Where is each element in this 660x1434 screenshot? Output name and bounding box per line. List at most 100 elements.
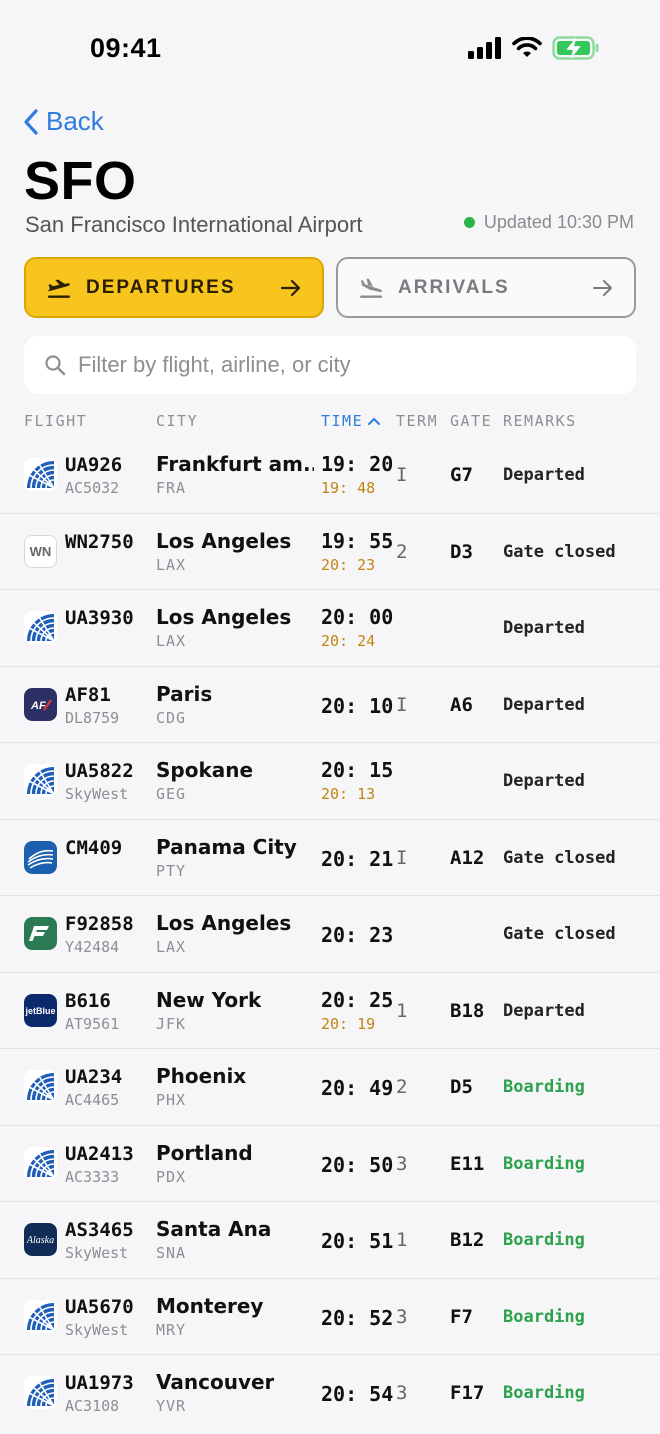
flight-number: B616 xyxy=(65,989,111,1012)
back-button[interactable]: Back xyxy=(22,106,104,137)
search-input[interactable] xyxy=(78,352,618,378)
gate: B12 xyxy=(450,1229,485,1251)
gate: E11 xyxy=(450,1152,485,1175)
destination-code: PDX xyxy=(156,1167,187,1186)
scheduled-time: 20: 21 xyxy=(321,846,394,871)
destination-code: MRY xyxy=(156,1320,187,1339)
terminal: 2 xyxy=(396,1076,408,1098)
scheduled-time: 20: 23 xyxy=(321,923,394,947)
destination-code: CDG xyxy=(156,708,187,727)
terminal: I xyxy=(396,464,408,486)
tab-departures-label: DEPARTURES xyxy=(86,276,236,298)
column-header-time[interactable]: TIME xyxy=(321,412,381,430)
united-logo-icon xyxy=(24,1376,57,1409)
scheduled-time: 19: 55 xyxy=(321,528,394,553)
remark-status: Gate closed xyxy=(503,924,616,944)
terminal: 1 xyxy=(396,1229,408,1251)
estimated-time: 20: 13 xyxy=(321,785,376,803)
sort-ascending-icon xyxy=(368,418,381,425)
codeshare: AC3333 xyxy=(65,1167,120,1186)
gate: D3 xyxy=(450,540,473,563)
flight-row[interactable]: Alaska AS3465 SkyWest Santa Ana SNA 20: 51 1 B1… xyxy=(0,1202,660,1279)
tab-departures[interactable]: DEPARTURES xyxy=(24,257,324,318)
southwest-logo-icon: WN xyxy=(24,534,57,568)
scheduled-time: 19: 20 xyxy=(321,452,394,476)
remark-status: Gate closed xyxy=(503,847,616,868)
flight-list: UA926 AC5032 Frankfurt am... FRA 19: 20 19: 4… xyxy=(0,437,660,1432)
status-time: 09:41 xyxy=(90,33,162,63)
scheduled-time: 20: 15 xyxy=(321,758,394,782)
codeshare: AC3108 xyxy=(65,1397,120,1415)
frontier-logo-icon xyxy=(24,917,57,950)
united-logo-icon xyxy=(24,1070,57,1103)
svg-text:AF: AF xyxy=(30,700,46,712)
flight-row[interactable]: UA1973 AC3108 Vancouver YVR 20: 54 3 F17 Boardi… xyxy=(0,1355,660,1432)
codeshare: SkyWest xyxy=(65,1320,129,1339)
flight-number: UA5822 xyxy=(65,760,134,782)
terminal: 3 xyxy=(396,1152,408,1175)
scheduled-time: 20: 52 xyxy=(321,1305,394,1330)
page-title: SFO xyxy=(24,151,137,211)
flight-row[interactable]: UA2413 AC3333 Portland PDX 20: 50 3 E11 Boardin… xyxy=(0,1126,660,1202)
search-icon xyxy=(45,355,66,376)
flight-row[interactable]: F92858 Y42484 Los Angeles LAX 20: 23 Gate clo… xyxy=(0,896,660,973)
codeshare: Y42484 xyxy=(65,938,120,956)
plane-takeoff-icon xyxy=(48,279,70,298)
codeshare: AT9561 xyxy=(65,1014,120,1033)
terminal: 1 xyxy=(396,999,408,1022)
flight-row[interactable]: UA234 AC4465 Phoenix PHX 20: 49 2 D5 Boarding xyxy=(0,1049,660,1126)
united-logo-icon xyxy=(24,1299,57,1333)
scheduled-time: 20: 10 xyxy=(321,693,394,718)
scheduled-time: 20: 51 xyxy=(321,1229,394,1253)
flight-row[interactable]: WN WN2750 Los Angeles LAX 19: 55 20: 23 2 D3 Gat… xyxy=(0,514,660,590)
tab-arrivals[interactable]: ARRIVALS xyxy=(336,257,636,318)
flight-number: AF81 xyxy=(65,683,111,706)
terminal: I xyxy=(396,846,408,869)
flight-row[interactable]: AF AF81 DL8759 Paris CDG 20: 10 I A6 Departed xyxy=(0,667,660,743)
flight-number: UA2413 xyxy=(65,1142,134,1165)
terminal: 3 xyxy=(396,1305,408,1328)
scheduled-time: 20: 49 xyxy=(321,1076,394,1100)
remark-status: Boarding xyxy=(503,1077,585,1097)
terminal: I xyxy=(396,693,408,716)
destination-code: YVR xyxy=(156,1397,187,1415)
destination-city: Monterey xyxy=(156,1293,264,1318)
scheduled-time: 20: 00 xyxy=(321,605,394,629)
column-header-city[interactable]: CITY xyxy=(156,412,198,430)
column-header-flight[interactable]: FLIGHT xyxy=(24,412,87,430)
airport-name: San Francisco International Airport xyxy=(25,212,363,237)
destination-city: Panama City xyxy=(156,834,297,859)
codeshare: SkyWest xyxy=(65,1244,129,1262)
flight-number: CM409 xyxy=(65,836,123,859)
flight-row[interactable]: UA5670 SkyWest Monterey MRY 20: 52 3 F7 Boardin… xyxy=(0,1279,660,1355)
column-header-term[interactable]: TERM xyxy=(396,412,438,430)
plane-landing-icon xyxy=(360,278,382,298)
flight-number: UA1973 xyxy=(65,1372,134,1394)
airfrance-logo-icon: AF xyxy=(24,687,57,721)
terminal: 3 xyxy=(396,1382,408,1404)
destination-city: Spokane xyxy=(156,758,254,782)
column-header-time-label: TIME xyxy=(321,412,364,430)
united-logo-icon xyxy=(24,764,57,797)
destination-city: Santa Ana xyxy=(156,1217,272,1241)
gate: A6 xyxy=(450,693,473,716)
remark-status: Departed xyxy=(503,694,585,715)
flight-row[interactable]: UA3930 Los Angeles LAX 20: 00 20: 24 Departed xyxy=(0,590,660,667)
search-bar[interactable] xyxy=(24,336,636,394)
destination-city: Phoenix xyxy=(156,1064,247,1088)
destination-city: Frankfurt am... xyxy=(156,452,314,476)
flight-row[interactable]: CM409 Panama City PTY 20: 21 I A12 Gate closed xyxy=(0,820,660,896)
destination-code: LAX xyxy=(156,938,187,956)
estimated-time: 19: 48 xyxy=(321,479,376,497)
flight-row[interactable]: UA5822 SkyWest Spokane GEG 20: 15 20: 13 Depar… xyxy=(0,743,660,820)
flight-row[interactable]: UA926 AC5032 Frankfurt am... FRA 19: 20 19: 4… xyxy=(0,437,660,514)
flight-row[interactable]: jetBlue B616 AT9561 New York JFK 20: 25 20: 19… xyxy=(0,973,660,1049)
codeshare: AC5032 xyxy=(65,479,120,497)
column-header-gate[interactable]: GATE xyxy=(450,412,492,430)
codeshare: AC4465 xyxy=(65,1091,120,1109)
flight-number: UA926 xyxy=(65,454,123,476)
chevron-left-icon xyxy=(24,108,38,135)
destination-city: Los Angeles xyxy=(156,528,292,553)
column-header-remarks[interactable]: REMARKS xyxy=(503,412,577,430)
live-dot-icon xyxy=(463,217,475,228)
